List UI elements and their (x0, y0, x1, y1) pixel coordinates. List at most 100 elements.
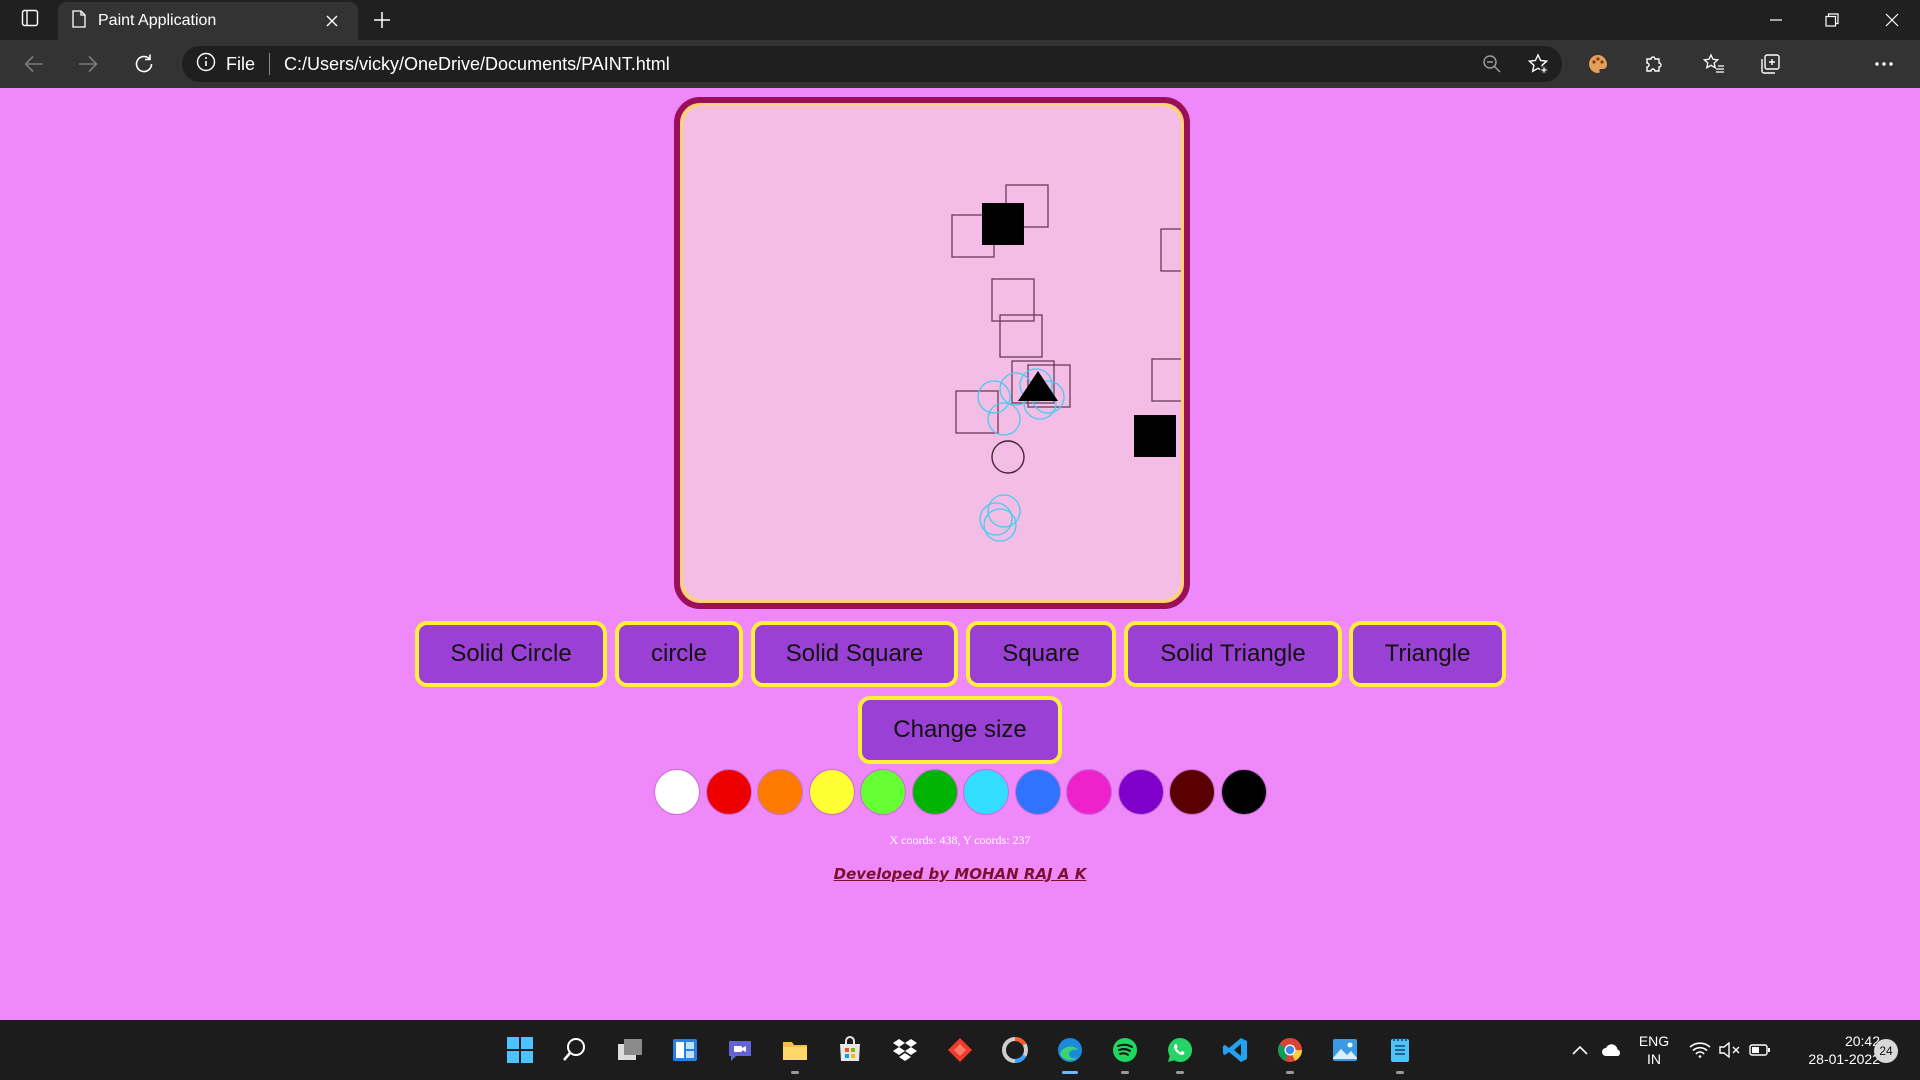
widgets-button[interactable] (665, 1030, 705, 1070)
arrow-left-icon (24, 55, 43, 73)
file-explorer-button[interactable] (775, 1030, 815, 1074)
taskbar-search-button[interactable] (555, 1030, 595, 1070)
battery-button[interactable] (1746, 1020, 1774, 1080)
address-scheme: File (226, 53, 256, 74)
running-indicator (1396, 1071, 1404, 1074)
notepad-icon (1391, 1038, 1409, 1062)
extensions-button[interactable] (1636, 48, 1672, 80)
tab-actions-button[interactable] (12, 6, 48, 34)
add-favorite-button[interactable] (1522, 48, 1554, 80)
ellipsis-icon (1875, 62, 1893, 66)
collections-button[interactable] (1752, 48, 1788, 80)
color-swatch-yellow[interactable] (809, 769, 855, 815)
puzzle-icon (1646, 56, 1662, 72)
drawing-canvas[interactable] (683, 106, 1181, 600)
close-window-icon (1885, 13, 1899, 27)
square-button[interactable]: Square (966, 621, 1116, 687)
triangle-button[interactable]: Triangle (1349, 621, 1506, 687)
browser-tab-strip: Paint Application (0, 0, 1920, 40)
color-swatch-red[interactable] (706, 769, 752, 815)
palette-extension-button[interactable] (1580, 48, 1616, 80)
wifi-icon (1689, 1042, 1711, 1058)
solid-triangle-button[interactable]: Solid Triangle (1124, 621, 1342, 687)
color-swatch-orange[interactable] (757, 769, 803, 815)
drawing-canvas-frame (674, 97, 1190, 609)
close-window-button[interactable] (1864, 0, 1920, 40)
solid-square-button[interactable]: Solid Square (751, 621, 958, 687)
circle-button[interactable]: circle (615, 621, 743, 687)
favorites-button[interactable] (1696, 48, 1732, 80)
notification-badge[interactable]: 24 (1874, 1039, 1898, 1063)
widgets-icon (673, 1039, 697, 1061)
developer-credit-link[interactable]: Developed by MOHAN RAJ A K (834, 865, 1087, 883)
microsoft-store-button[interactable] (830, 1030, 870, 1070)
arrow-right-icon (79, 55, 98, 73)
color-swatch-magenta[interactable] (1066, 769, 1112, 815)
running-indicator (1286, 1071, 1294, 1074)
whatsapp-button[interactable] (1160, 1030, 1200, 1074)
chrome-button[interactable] (1270, 1030, 1310, 1074)
browser-toolbar: File C:/Users/vicky/OneDrive/Documents/P… (0, 40, 1920, 118)
minimize-button[interactable] (1748, 0, 1804, 40)
collections-icon (1761, 54, 1780, 74)
show-hidden-icons-button[interactable] (1568, 1020, 1592, 1080)
task-view-icon (618, 1039, 642, 1060)
running-indicator (1121, 1071, 1129, 1074)
tab-actions-icon (21, 9, 39, 32)
change-size-button[interactable]: Change size (858, 696, 1062, 764)
dropbox-button[interactable] (885, 1030, 925, 1070)
zoom-button[interactable] (1476, 48, 1508, 80)
minimize-icon (1770, 19, 1782, 21)
color-swatch-white[interactable] (654, 769, 700, 815)
volume-button[interactable] (1716, 1020, 1744, 1080)
info-icon[interactable] (196, 52, 216, 77)
anydesk-icon (948, 1038, 972, 1062)
microsoft-store-icon (840, 1036, 860, 1061)
document-icon (72, 9, 86, 33)
photos-button[interactable] (1325, 1030, 1365, 1070)
address-bar[interactable]: File C:/Users/vicky/OneDrive/Documents/P… (182, 46, 1562, 82)
restore-button[interactable] (1804, 0, 1860, 40)
drawn-circle (977, 380, 1011, 414)
tab-title: Paint Application (98, 12, 217, 29)
language-region: IN (1647, 1051, 1661, 1067)
notepad-button[interactable] (1380, 1030, 1420, 1074)
color-swatch-light-green[interactable] (860, 769, 906, 815)
davinci-button[interactable] (995, 1030, 1035, 1070)
wifi-button[interactable] (1686, 1020, 1714, 1080)
color-swatch-blue[interactable] (1015, 769, 1061, 815)
battery-icon (1749, 1044, 1770, 1056)
back-button[interactable] (16, 48, 52, 80)
drawn-square (1160, 228, 1181, 272)
onedrive-button[interactable] (1598, 1020, 1626, 1080)
spotify-button[interactable] (1105, 1030, 1145, 1074)
clock[interactable]: 20:42 28-01-2022 (1780, 1032, 1880, 1068)
browser-tab-active[interactable]: Paint Application (58, 2, 358, 40)
refresh-button[interactable] (126, 48, 162, 80)
edge-button[interactable] (1050, 1030, 1090, 1074)
anydesk-button[interactable] (940, 1030, 980, 1070)
task-view-button[interactable] (610, 1030, 650, 1070)
color-swatch-purple[interactable] (1118, 769, 1164, 815)
teams-chat-button[interactable] (720, 1030, 760, 1070)
color-swatch-maroon[interactable] (1169, 769, 1215, 815)
more-button[interactable] (1866, 48, 1902, 80)
clock-time: 20:42 (1844, 1033, 1880, 1049)
running-indicator (791, 1071, 799, 1074)
address-url[interactable]: C:/Users/vicky/OneDrive/Documents/PAINT.… (284, 54, 670, 75)
color-swatch-green[interactable] (912, 769, 958, 815)
drawn-square (955, 390, 999, 434)
solid-circle-button[interactable]: Solid Circle (415, 621, 607, 687)
start-button[interactable] (500, 1030, 540, 1070)
photos-icon (1333, 1039, 1357, 1061)
color-swatch-black[interactable] (1221, 769, 1267, 815)
vscode-button[interactable] (1215, 1030, 1255, 1070)
color-swatch-cyan[interactable] (963, 769, 1009, 815)
close-tab-button[interactable] (320, 9, 344, 33)
spotify-icon (1113, 1038, 1137, 1062)
input-language-button[interactable]: ENG IN (1630, 1032, 1678, 1068)
forward-button[interactable] (70, 48, 106, 80)
page-content: Solid Circle circle Solid Square Square … (0, 88, 1920, 1020)
new-tab-button[interactable] (366, 6, 398, 34)
davinci-icon (1002, 1037, 1028, 1063)
